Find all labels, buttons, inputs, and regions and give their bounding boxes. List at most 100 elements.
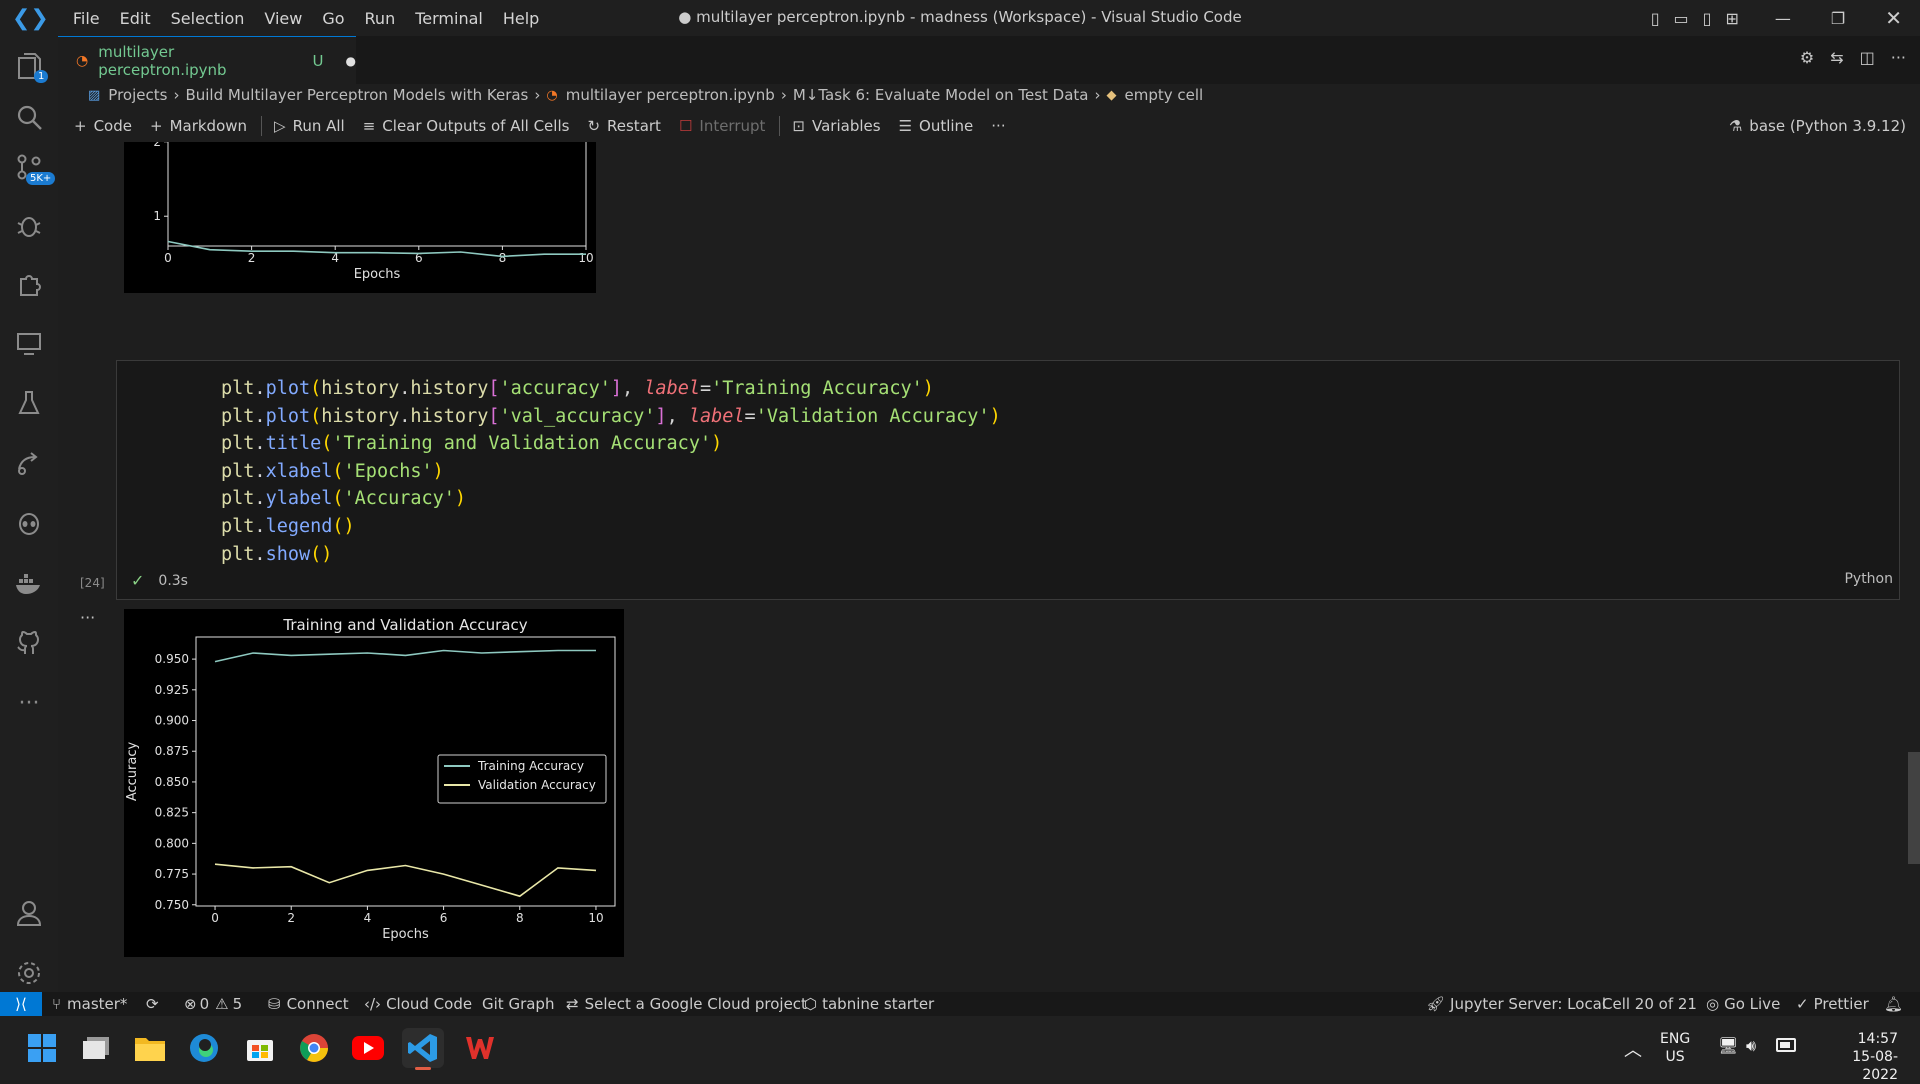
remote-explorer-icon[interactable] [12, 326, 46, 360]
file-explorer-icon[interactable] [132, 1030, 168, 1066]
switch-icon: ⇄ [566, 995, 579, 1013]
menu-run[interactable]: Run [365, 9, 396, 28]
code-label: Code [93, 117, 132, 135]
show-hidden-icons[interactable]: ︿ [1624, 1036, 1642, 1062]
series-line-0 [214, 649, 596, 663]
restart-button[interactable]: ↻ Restart [587, 117, 661, 135]
toggle-panel-icon[interactable]: ▭ [1674, 9, 1689, 28]
unsaved-dot-icon[interactable]: ● [346, 54, 356, 68]
wps-office-icon[interactable] [462, 1030, 498, 1066]
outline-button[interactable]: ☰ Outline [899, 117, 974, 135]
stop-icon: ☐ [678, 117, 693, 135]
code-editor[interactable]: plt.plot(history.history['accuracy'], la… [221, 375, 1001, 568]
remote-indicator[interactable]: ⟩⟨ [0, 992, 42, 1016]
run-all-button[interactable]: ▷ Run All [274, 117, 345, 135]
youtube-icon[interactable] [350, 1030, 386, 1066]
menu-selection[interactable]: Selection [171, 9, 245, 28]
task-view-icon[interactable] [78, 1030, 114, 1066]
variables-button[interactable]: ⊡ Variables [792, 117, 880, 135]
tab-notebook[interactable]: ◔ multilayer perceptron.ipynb U ● [58, 36, 356, 85]
vscode-taskbar-icon[interactable] [402, 1028, 444, 1070]
error-icon: ⊗ [184, 995, 197, 1013]
notebook-settings-icon[interactable]: ⚙ [1800, 48, 1814, 67]
settings-gear-icon[interactable] [12, 956, 46, 990]
edge-browser-icon[interactable] [186, 1030, 222, 1066]
close-icon[interactable]: ✕ [1885, 6, 1902, 30]
clear-outputs-button[interactable]: ≡ Clear Outputs of All Cells [363, 117, 570, 135]
menu-file[interactable]: File [73, 9, 100, 28]
menu-terminal[interactable]: Terminal [415, 9, 483, 28]
toggle-secondary-sidebar-icon[interactable]: ▯ [1703, 9, 1712, 28]
chevron-right-icon: › [780, 86, 787, 104]
breadcrumb-item[interactable]: empty cell [1125, 86, 1204, 104]
tabnine-item[interactable]: ⬡ tabnine starter [804, 995, 934, 1013]
y-tick-label: 1 [153, 209, 161, 223]
extensions-icon[interactable] [12, 266, 46, 300]
restore-icon[interactable]: ❐ [1831, 9, 1845, 28]
chevron-right-icon: › [534, 86, 541, 104]
breadcrumb-item[interactable]: Projects [108, 86, 167, 104]
breadcrumb-item[interactable]: Build Multilayer Perceptron Models with … [185, 86, 528, 104]
breadcrumb-item[interactable]: M↓Task 6: Evaluate Model on Test Data [793, 86, 1089, 104]
prettier-item[interactable]: ✓ Prettier [1796, 995, 1869, 1013]
jupyter-server-item[interactable]: 🚀︎ Jupyter Server: Local [1426, 995, 1606, 1013]
testing-icon[interactable] [12, 386, 46, 420]
alien-extension-icon[interactable] [12, 506, 46, 540]
y-tick-label: 0.825 [155, 806, 189, 820]
add-markdown-cell-button[interactable]: + Markdown [150, 117, 247, 135]
explorer-icon[interactable]: 1 [12, 50, 49, 84]
windows-start-icon[interactable] [24, 1030, 60, 1066]
language-indicator[interactable]: ENG US [1660, 1030, 1690, 1066]
output-more-icon[interactable]: ··· [80, 608, 95, 627]
cell-language[interactable]: Python [1844, 571, 1893, 587]
docker-icon[interactable] [12, 566, 46, 600]
connect-label: Connect [286, 995, 349, 1013]
problems-indicator[interactable]: ⊗ 0 ⚠ 5 [184, 995, 242, 1013]
branch-indicator[interactable]: ⑂ master* [52, 995, 127, 1013]
scrollbar-thumb[interactable] [1908, 752, 1920, 864]
minimize-icon[interactable]: — [1775, 9, 1791, 28]
kernel-picker[interactable]: ⚗ base (Python 3.9.12) [1729, 117, 1906, 135]
code-cell[interactable]: plt.plot(history.history['accuracy'], la… [116, 360, 1900, 600]
volume-icon[interactable]: 🔊︎ [1746, 1036, 1756, 1056]
go-live-item[interactable]: ◎ Go Live [1706, 995, 1780, 1013]
editor-more-icon[interactable]: ··· [1891, 48, 1906, 67]
customize-layout-icon[interactable]: ⊞ [1725, 9, 1738, 28]
notifications-bell-icon[interactable]: 🔔︎ [1884, 995, 1903, 1013]
clock[interactable]: 14:57 15-08-2022 [1818, 1030, 1898, 1084]
connect-item[interactable]: ⛁ Connect [268, 995, 349, 1013]
menu-help[interactable]: Help [503, 9, 539, 28]
y-tick-label: 0.850 [155, 775, 189, 789]
source-control-icon[interactable]: 5K+ [12, 150, 56, 185]
account-icon[interactable] [12, 896, 46, 930]
interrupt-button[interactable]: ☐ Interrupt [679, 117, 765, 135]
clear-outputs-label: Clear Outputs of All Cells [382, 117, 570, 135]
git-graph-item[interactable]: Git Graph [482, 995, 554, 1013]
explorer-badge: 1 [34, 70, 49, 83]
add-code-cell-button[interactable]: + Code [74, 117, 132, 135]
menu-go[interactable]: Go [322, 9, 344, 28]
plus-icon: + [74, 117, 87, 135]
network-icon[interactable]: 🖥︎ [1718, 1036, 1738, 1055]
clear-all-icon: ≡ [362, 117, 376, 135]
menu-view[interactable]: View [264, 9, 302, 28]
debug-icon[interactable] [12, 208, 46, 242]
microsoft-store-icon[interactable] [242, 1030, 278, 1066]
toggle-primary-sidebar-icon[interactable]: ▯ [1651, 9, 1660, 28]
split-editor-icon[interactable]: ◫ [1860, 48, 1875, 67]
cloud-code-item[interactable]: ‹/› Cloud Code [364, 995, 472, 1013]
toolbar-more-button[interactable]: ··· [991, 117, 1005, 135]
battery-icon[interactable] [1776, 1038, 1796, 1052]
menu-edit[interactable]: Edit [120, 9, 151, 28]
live-share-icon[interactable] [12, 446, 46, 480]
chrome-icon[interactable] [296, 1030, 332, 1066]
gcp-project-item[interactable]: ⇄ Select a Google Cloud project [566, 995, 807, 1013]
cell-position[interactable]: Cell 20 of 21 [1602, 995, 1697, 1013]
sync-icon[interactable]: ⟳ [146, 995, 159, 1013]
compare-changes-icon[interactable]: ⇆ [1830, 48, 1843, 67]
breadcrumb-item[interactable]: multilayer perceptron.ipynb [566, 86, 775, 104]
search-icon[interactable] [12, 100, 46, 134]
more-views-icon[interactable]: ··· [12, 686, 46, 720]
github-icon[interactable] [12, 626, 46, 660]
run-all-label: Run All [292, 117, 345, 135]
